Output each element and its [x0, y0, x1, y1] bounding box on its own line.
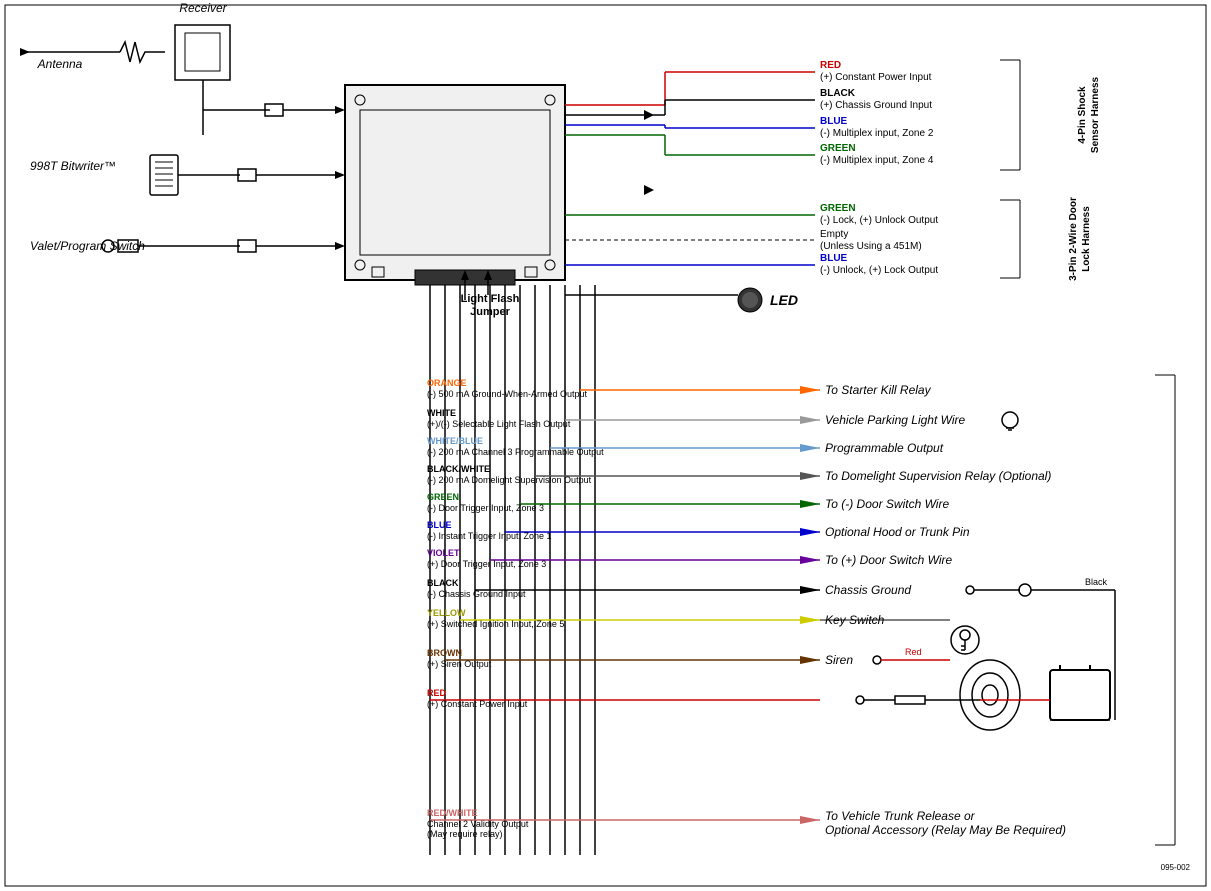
black-chassis-destination: Chassis Ground: [825, 583, 911, 597]
green-door-wire-desc: (-) Door Trigger Input, Zone 3: [427, 503, 544, 513]
wire-green-lock-desc: (-) Lock, (+) Unlock Output: [820, 215, 938, 226]
wire-green-top-label: GREEN: [820, 143, 856, 154]
part-number: 095-002: [1161, 863, 1191, 872]
black-white-wire-label: BLACK/WHITE: [427, 464, 490, 474]
red-white-wire-desc2: (May require relay): [427, 829, 503, 839]
violet-wire-desc: (+) Door Trigger Input, Zone 3: [427, 559, 546, 569]
orange-wire-desc: (-) 500 mA Ground-When-Armed Output: [427, 389, 588, 399]
wire-blue-top-label: BLUE: [820, 116, 848, 127]
red-white-destination1: To Vehicle Trunk Release or: [825, 809, 976, 823]
bitwriter-label: 998T Bitwriter™: [30, 159, 116, 173]
lock-harness-label: 3-Pin 2-Wire Door: [1068, 197, 1079, 281]
diagram-container: Receiver Antenna 998T Bitwriter™ Valet/P: [0, 0, 1211, 891]
red-white-wire-label: RED/WHITE: [427, 808, 478, 818]
blue-instant-destination: Optional Hood or Trunk Pin: [825, 525, 970, 539]
wire-empty-desc: (Unless Using a 451M): [820, 241, 922, 252]
lock-harness-label2: Lock Harness: [1081, 206, 1092, 272]
sensor-harness-label2: Sensor Harness: [1090, 76, 1101, 153]
black-terminal-label: Black: [1085, 577, 1108, 587]
green-door-wire-label: GREEN: [427, 492, 459, 502]
white-blue-wire-desc: (-) 200 mA Channel 3 Programmable Output: [427, 447, 604, 457]
orange-wire-label: ORANGE: [427, 378, 467, 388]
led-label: LED: [770, 292, 798, 308]
red-power-wire-desc: (+) Constant Power Input: [427, 699, 528, 709]
wire-blue-lock-label: BLUE: [820, 253, 848, 264]
wire-green-lock-label: GREEN: [820, 203, 856, 214]
black-white-wire-desc: (-) 200 mA Domelight Supervision Output: [427, 475, 592, 485]
white-wire-desc: (+)/(-) Selectable Light Flash Output: [427, 419, 571, 429]
yellow-wire-label: YELLOW: [427, 608, 466, 618]
valet-switch-label: Valet/Program Switch: [30, 239, 145, 253]
white-blue-wire-label: WHITE/BLUE: [427, 436, 483, 446]
orange-destination: To Starter Kill Relay: [825, 383, 932, 397]
wire-black-top-label: BLACK: [820, 88, 856, 99]
wire-red-label: RED: [820, 60, 841, 71]
wire-red-desc: (+) Constant Power Input: [820, 72, 932, 83]
white-wire-label: WHITE: [427, 408, 456, 418]
brown-wire-label: BROWN: [427, 648, 462, 658]
violet-destination: To (+) Door Switch Wire: [825, 553, 952, 567]
red-power-wire-label: RED: [427, 688, 447, 698]
red-white-destination2: Optional Accessory (Relay May Be Require…: [825, 823, 1066, 837]
sensor-harness-label: 4-Pin Shock: [1077, 86, 1088, 144]
blue-instant-wire-desc: (-) Instant Trigger Input, Zone 1: [427, 531, 552, 541]
yellow-wire-desc: (+) Switched Ignition Input, Zone 5: [427, 619, 564, 629]
wire-blue-lock-desc: (-) Unlock, (+) Lock Output: [820, 265, 938, 276]
wire-blue-top-desc: (-) Multiplex input, Zone 2: [820, 128, 934, 139]
black-chassis-wire-desc: (-) Chassis Ground Input: [427, 589, 526, 599]
brown-wire-desc: (+) Siren Output: [427, 659, 492, 669]
wire-empty-label: Empty: [820, 229, 848, 240]
black-white-destination: To Domelight Supervision Relay (Optional…: [825, 469, 1051, 483]
siren-red-wire-label: Red: [905, 647, 922, 657]
brown-destination: Siren: [825, 653, 853, 667]
receiver-label: Receiver: [179, 1, 227, 15]
wire-black-top-desc: (+) Chassis Ground Input: [820, 100, 932, 111]
white-destination: Vehicle Parking Light Wire: [825, 413, 966, 427]
white-blue-destination: Programmable Output: [825, 441, 944, 455]
red-white-wire-desc1: Channel 2 Validity Output: [427, 819, 529, 829]
antenna-label: Antenna: [37, 57, 83, 71]
blue-instant-wire-label: BLUE: [427, 520, 452, 530]
black-chassis-wire-label: BLACK: [427, 578, 459, 588]
green-door-destination: To (-) Door Switch Wire: [825, 497, 949, 511]
violet-wire-label: VIOLET: [427, 548, 460, 558]
wire-green-top-desc: (-) Multiplex input, Zone 4: [820, 155, 934, 166]
